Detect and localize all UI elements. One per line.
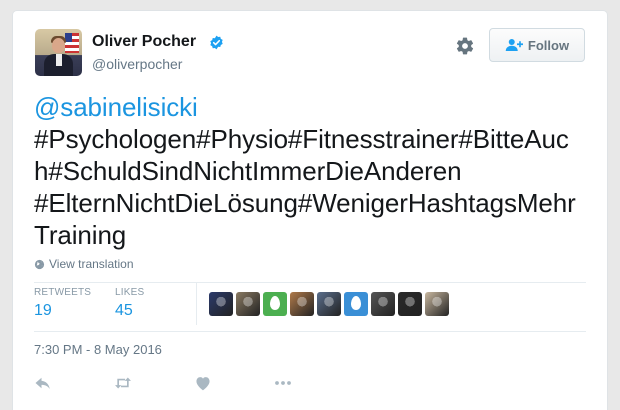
likers-row (209, 292, 449, 316)
liker-avatar[interactable] (290, 292, 314, 316)
retweet-button[interactable] (114, 373, 194, 393)
mention-link[interactable]: @sabinelisicki (34, 91, 594, 123)
liker-avatar[interactable] (236, 292, 260, 316)
hashtag-line-1[interactable]: #Psychologen#Physio#Fitnesstrainer#Bitte… (34, 123, 594, 155)
like-button[interactable] (194, 373, 274, 393)
likes-count: 45 (115, 302, 133, 319)
tweet-card: Oliver Pocher @oliverpocher Follow @sabi… (12, 10, 608, 410)
tweet-text: @sabinelisicki #Psychologen#Physio#Fitne… (34, 91, 594, 251)
more-dots-icon (275, 381, 291, 385)
tweet-timestamp[interactable]: 7:30 PM - 8 May 2016 (34, 342, 162, 357)
avatar-head (52, 38, 65, 53)
user-avatar[interactable] (35, 29, 82, 76)
heart-icon (196, 377, 210, 391)
egg-avatar-icon[interactable] (263, 292, 287, 316)
divider-top (34, 282, 586, 283)
liker-avatar[interactable] (371, 292, 395, 316)
globe-icon (34, 259, 45, 269)
liker-avatar[interactable] (398, 292, 422, 316)
user-handle[interactable]: @oliverpocher (92, 56, 182, 72)
liker-avatar[interactable] (209, 292, 233, 316)
divider-bottom (34, 331, 586, 332)
likes-stat[interactable]: LIKES 45 (115, 287, 144, 320)
retweets-count: 19 (34, 302, 52, 319)
hashtag-line-3[interactable]: #ElternNichtDieLösung#WenigerHashtagsMeh… (34, 187, 594, 219)
retweet-icon (115, 377, 131, 389)
verified-badge-icon (210, 35, 223, 50)
reply-icon (35, 377, 50, 389)
view-translation-label: View translation (49, 257, 134, 271)
flag-graphic (65, 33, 79, 53)
follow-label: Follow (527, 37, 570, 53)
follow-button[interactable]: Follow (489, 28, 585, 62)
add-user-icon (505, 39, 523, 51)
view-translation-link[interactable]: View translation (34, 257, 134, 271)
egg-avatar-icon[interactable] (344, 292, 368, 316)
hashtag-line-2[interactable]: h#SchuldSindNichtImmerDieAnderen (34, 155, 594, 187)
gear-icon[interactable] (455, 36, 475, 56)
stats-separator (196, 283, 197, 325)
retweets-stat[interactable]: RETWEETS 19 (34, 287, 91, 320)
retweets-label: RETWEETS (34, 287, 92, 298)
user-name[interactable]: Oliver Pocher (92, 33, 196, 51)
tweet-actions (34, 373, 354, 393)
likes-label: LIKES (115, 287, 145, 298)
reply-button[interactable] (34, 373, 114, 393)
liker-avatar[interactable] (317, 292, 341, 316)
more-button[interactable] (274, 373, 354, 393)
liker-avatar[interactable] (425, 292, 449, 316)
avatar-shirt (56, 54, 62, 66)
hashtag-line-4[interactable]: Training (34, 219, 594, 251)
